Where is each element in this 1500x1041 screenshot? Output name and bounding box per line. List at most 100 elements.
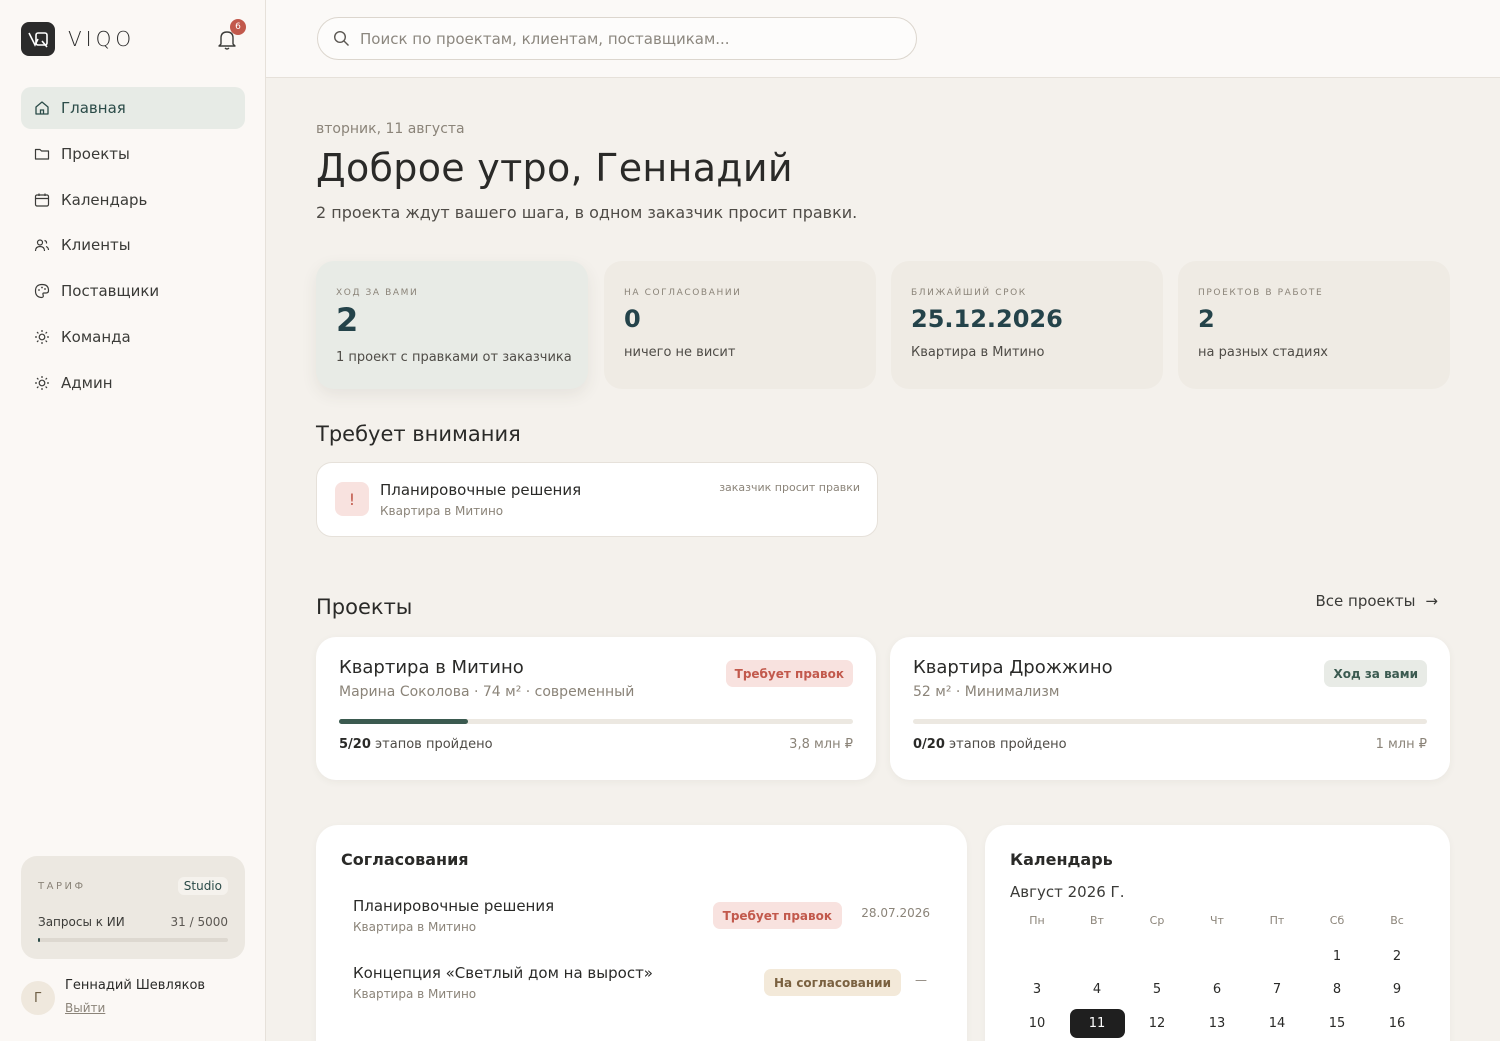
all-projects-link[interactable]: Все проекты → xyxy=(1316,592,1439,610)
calendar-weekday: Ср xyxy=(1149,914,1165,927)
page-subtitle: 2 проекта ждут вашего шага, в одном зака… xyxy=(316,203,858,222)
stat-desc: ничего не висит xyxy=(624,345,736,360)
calendar-day[interactable]: 16 xyxy=(1367,1009,1427,1041)
calendar-week: 12 xyxy=(1007,942,1427,975)
sidebar-item-label: Клиенты xyxy=(61,236,131,255)
project-progress-fill xyxy=(339,719,468,724)
status-badge: Ход за вами xyxy=(1324,660,1427,687)
calendar-day[interactable]: 9 xyxy=(1367,975,1427,1008)
brand[interactable]: VIQO xyxy=(21,22,135,56)
project-card[interactable]: Квартира в Митино Марина Соколова · 74 м… xyxy=(316,637,876,780)
project-title: Квартира Дрожжино xyxy=(913,657,1113,678)
notification-badge: 6 xyxy=(230,19,246,35)
calendar-weekdays: Пн Вт Ср Чт Пт Сб Вс xyxy=(1007,912,1427,942)
tariff-plan-badge[interactable]: Studio xyxy=(177,877,228,895)
calendar-weekday: Пт xyxy=(1269,914,1285,927)
calendar-day[interactable]: 15 xyxy=(1307,1009,1367,1041)
stat-card-projects-in-progress[interactable]: ПРОЕКТОВ В РАБОТЕ 2 на разных стадиях xyxy=(1178,261,1450,389)
sidebar-item-label: Главная xyxy=(61,99,126,117)
stat-card-pending-approval[interactable]: НА СОГЛАСОВАНИИ 0 ничего не висит xyxy=(604,261,876,389)
stat-label: ПРОЕКТОВ В РАБОТЕ xyxy=(1198,288,1324,298)
sidebar-item-label: Команда xyxy=(61,327,131,346)
calendar-day[interactable]: 8 xyxy=(1307,975,1367,1008)
calendar-day[interactable]: 1 xyxy=(1307,942,1367,975)
stat-value: 25.12.2026 xyxy=(911,305,1063,333)
approval-project: Квартира в Митино xyxy=(353,987,477,1001)
project-progress xyxy=(913,719,1427,724)
logo-icon xyxy=(21,22,55,56)
calendar-day[interactable]: 6 xyxy=(1187,975,1247,1008)
tariff-label: ТАРИФ xyxy=(38,881,86,892)
calendar-weekday: Сб xyxy=(1329,914,1345,927)
ai-requests-value: 31 / 5000 xyxy=(170,915,228,929)
calendar-day-today[interactable]: 11 xyxy=(1067,1008,1127,1041)
stat-desc: на разных стадиях xyxy=(1198,345,1328,360)
calendar-day[interactable]: 12 xyxy=(1127,1009,1187,1041)
sidebar-item-label: Админ xyxy=(61,373,113,392)
approval-date: — xyxy=(915,973,927,987)
topbar xyxy=(266,0,1500,78)
calendar-day[interactable]: 3 xyxy=(1007,975,1067,1008)
all-projects-label: Все проекты xyxy=(1315,592,1416,610)
search-input[interactable] xyxy=(360,29,880,48)
project-steps: 5/20 этапов пройдено xyxy=(339,737,493,752)
project-steps-count: 5/20 xyxy=(339,737,371,752)
approvals-title: Согласования xyxy=(341,850,469,869)
calendar-day[interactable]: 7 xyxy=(1247,975,1307,1008)
stat-card-your-move[interactable]: ХОД ЗА ВАМИ 2 1 проект с правками от зак… xyxy=(316,261,588,389)
approval-name: Планировочные решения xyxy=(353,897,555,915)
status-badge: Требует правок xyxy=(712,902,842,929)
sidebar-item-clients[interactable]: Клиенты xyxy=(21,224,245,266)
sidebar-item-home[interactable]: Главная xyxy=(21,87,245,129)
sidebar-item-projects[interactable]: Проекты xyxy=(21,133,245,175)
sidebar-item-admin[interactable]: Админ xyxy=(21,362,245,404)
folder-icon xyxy=(34,146,50,162)
calendar-grid: Пн Вт Ср Чт Пт Сб Вс 1 2 3 4 5 6 7 8 9 10 11 12 13 14 15 16 xyxy=(1007,912,1427,1041)
ai-requests-label: Запросы к ИИ xyxy=(38,915,125,929)
calendar-day[interactable]: 13 xyxy=(1187,1009,1247,1041)
alert-icon: ! xyxy=(335,482,369,516)
calendar-weekday: Пн xyxy=(1029,914,1045,927)
calendar-day[interactable]: 14 xyxy=(1247,1009,1307,1041)
project-budget: 1 млн ₽ xyxy=(1375,737,1427,752)
project-card[interactable]: Квартира Дрожжино 52 м² · Минимализм Ход… xyxy=(890,637,1450,780)
attention-item-tag: заказчик просит правки xyxy=(719,481,860,494)
status-badge: На согласовании xyxy=(764,969,901,996)
stat-value: 2 xyxy=(336,301,359,339)
calendar-day[interactable]: 10 xyxy=(1007,1009,1067,1041)
ai-requests-progress xyxy=(38,938,228,942)
tariff-card: ТАРИФ Studio Запросы к ИИ 31 / 5000 xyxy=(21,856,245,959)
project-steps: 0/20 этапов пройдено xyxy=(913,737,1067,752)
sidebar-item-label: Проекты xyxy=(61,144,130,163)
calendar-month: Август 2026 Г. xyxy=(1010,883,1125,901)
calendar-day-empty xyxy=(1067,942,1127,975)
calendar-day[interactable]: 4 xyxy=(1067,975,1127,1008)
stat-card-nearest-deadline[interactable]: БЛИЖАЙШИЙ СРОК 25.12.2026 Квартира в Мит… xyxy=(891,261,1163,389)
calendar-day[interactable]: 5 xyxy=(1127,975,1187,1008)
page-title: Доброе утро, Геннадий xyxy=(316,146,793,190)
sidebar: VIQO 6 Главная Проекты Календарь Клиенты… xyxy=(0,0,266,1041)
sidebar-item-label: Календарь xyxy=(61,190,148,209)
search-bar[interactable] xyxy=(317,17,917,60)
sidebar-item-team[interactable]: Команда xyxy=(21,316,245,358)
attention-item[interactable]: ! Планировочные решения Квартира в Митин… xyxy=(316,462,878,537)
calendar-day[interactable]: 2 xyxy=(1367,942,1427,975)
calendar-week: 3456789 xyxy=(1007,975,1427,1008)
calendar-weekday: Вт xyxy=(1090,914,1104,927)
approval-row[interactable]: Концепция «Светлый дом на вырост» Кварти… xyxy=(353,964,930,1014)
approval-row[interactable]: Планировочные решения Квартира в Митино … xyxy=(353,897,930,947)
project-meta: Марина Соколова · 74 м² · современный xyxy=(339,684,635,700)
calendar-day-label: 11 xyxy=(1069,1008,1125,1038)
logout-link[interactable]: Выйти xyxy=(65,1001,105,1015)
calendar-day-empty xyxy=(1187,942,1247,975)
stat-label: ХОД ЗА ВАМИ xyxy=(336,288,419,298)
calendar-weekday: Вс xyxy=(1390,914,1404,927)
sidebar-nav: Главная Проекты Календарь Клиенты Постав… xyxy=(21,87,245,408)
sidebar-item-calendar[interactable]: Календарь xyxy=(21,179,245,221)
home-icon xyxy=(34,100,50,116)
avatar[interactable]: Г xyxy=(21,981,55,1015)
brand-name: VIQO xyxy=(68,27,136,51)
calendar-weekday: Чт xyxy=(1210,914,1224,927)
project-budget: 3,8 млн ₽ xyxy=(789,737,853,752)
sidebar-item-suppliers[interactable]: Поставщики xyxy=(21,270,245,312)
